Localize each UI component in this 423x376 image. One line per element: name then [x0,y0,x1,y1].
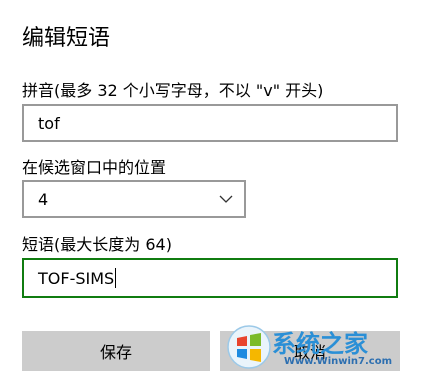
watermark-brand: 系统之家 [272,330,368,358]
phrase-input-value: TOF-SIMS [38,268,115,288]
dialog-title: 编辑短语 [22,26,111,51]
watermark: 系统之家 Www.Winwin7.com [222,316,422,376]
pinyin-input[interactable]: tof [22,104,398,142]
position-label: 在候选窗口中的位置 [22,158,167,177]
phrase-label: 短语(最大长度为 64) [22,235,172,254]
chevron-down-icon [219,195,233,203]
save-button[interactable]: 保存 [22,331,210,371]
phrase-input[interactable]: TOF-SIMS [22,258,398,298]
pinyin-input-value: tof [38,113,60,133]
position-selected-value: 4 [38,189,49,209]
windows-logo-icon [227,325,271,369]
text-caret [115,268,117,288]
position-dropdown[interactable]: 4 [22,180,246,218]
pinyin-label: 拼音(最多 32 个小写字母，不以 "v" 开头) [22,81,324,100]
watermark-url: Www.Winwin7.com [284,356,393,367]
